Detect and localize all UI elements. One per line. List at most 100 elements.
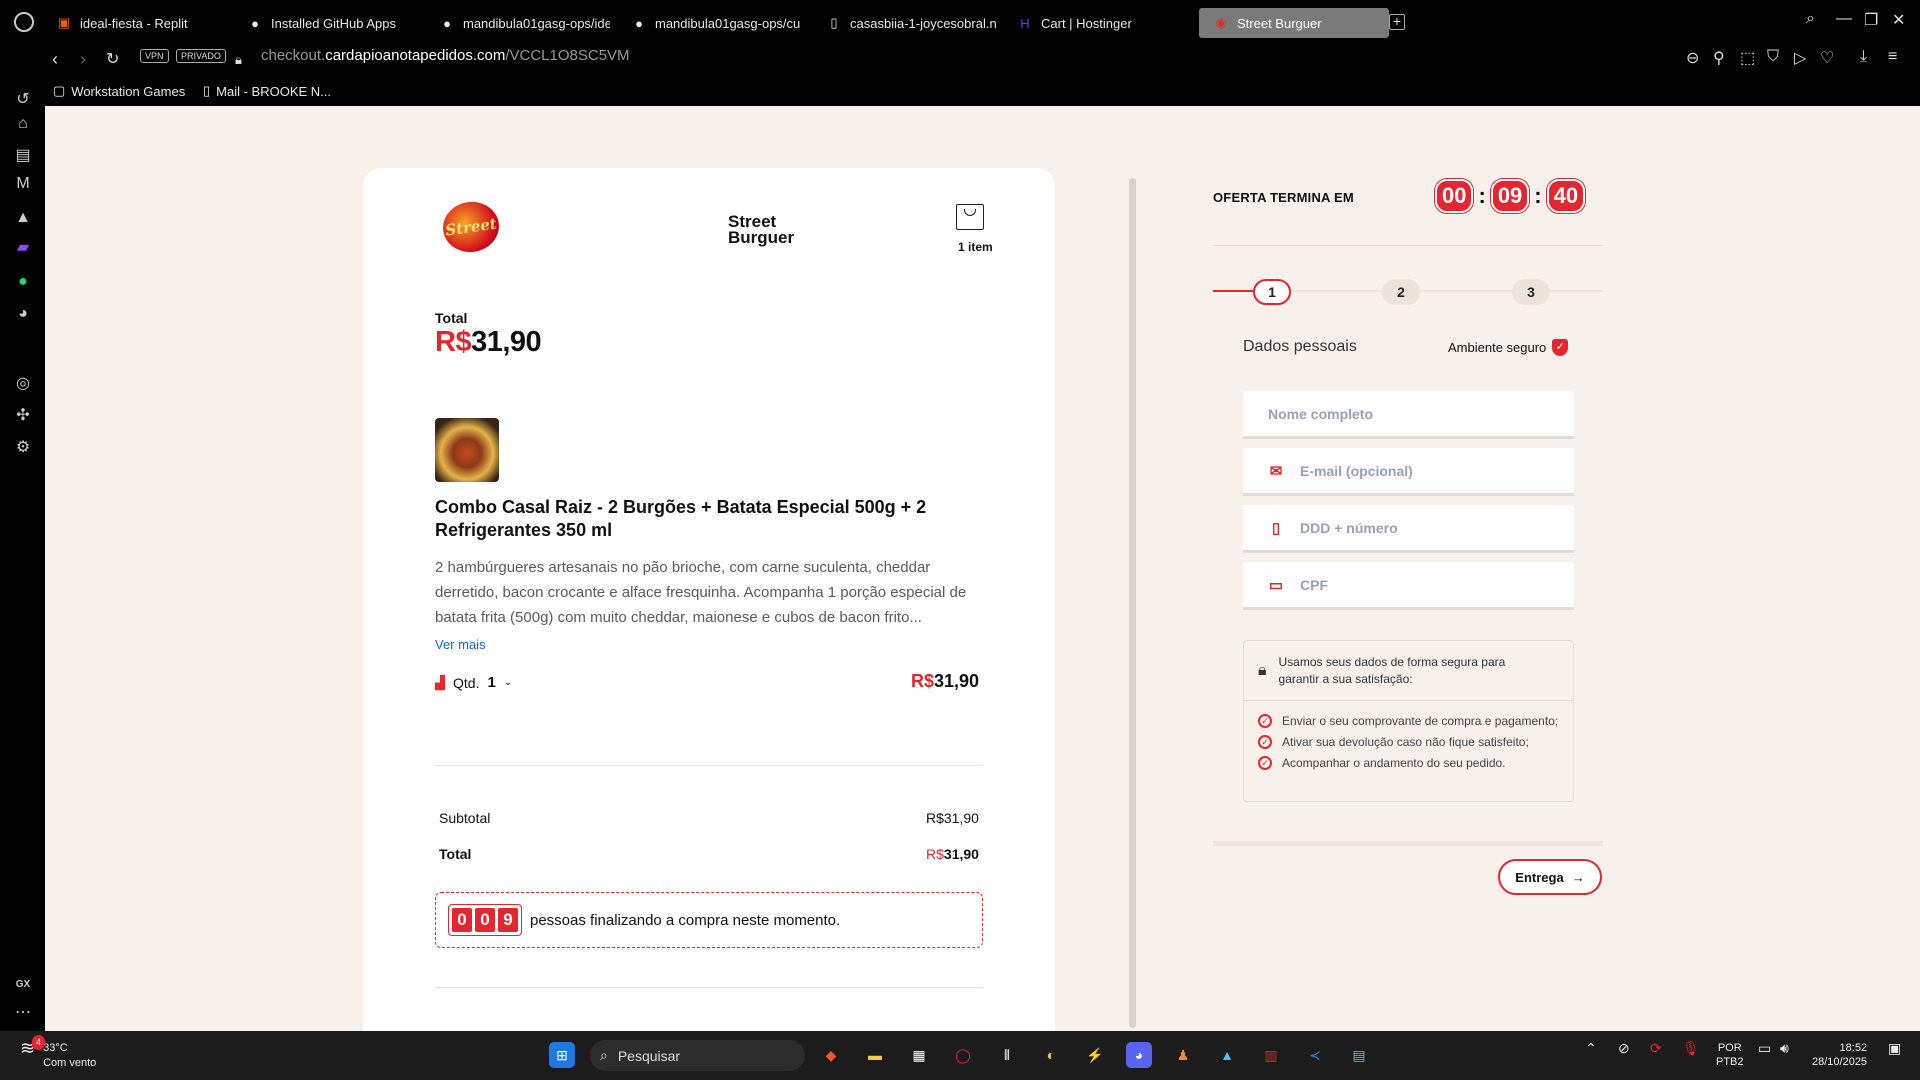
- email-field[interactable]: ✉: [1243, 448, 1574, 496]
- display-icon[interactable]: ▭: [1758, 1041, 1771, 1055]
- whatsapp-icon[interactable]: ●: [13, 272, 33, 292]
- forward-button[interactable]: ›: [80, 49, 86, 70]
- cpf-input[interactable]: [1300, 576, 1550, 593]
- checkout-page: Street Street Burguer 1 item Total R$31,9…: [45, 106, 1920, 1031]
- tab-casasbiia[interactable]: ▯ casasbiia-1-joycesobral.n: [812, 8, 998, 38]
- phone-icon: ▯: [1271, 519, 1281, 537]
- quantity-selector[interactable]: ▟ Qtd. 1 ⌄: [435, 674, 512, 691]
- sync-icon[interactable]: ⟳: [1650, 1041, 1662, 1055]
- privacy-box: 🔒︎ Usamos seus dados de forma segura para…: [1243, 640, 1574, 802]
- microphone-app-icon[interactable]: ♟: [1170, 1042, 1196, 1068]
- store-icon[interactable]: ▦: [906, 1042, 932, 1068]
- extensions-icon[interactable]: ✣: [13, 406, 33, 426]
- mail-icon[interactable]: M: [13, 174, 33, 194]
- discord-icon[interactable]: ◕: [13, 304, 33, 324]
- chevron-up-icon[interactable]: ⌃: [1585, 1041, 1597, 1055]
- settings-icon[interactable]: ⚙: [13, 438, 33, 458]
- phone-input[interactable]: [1300, 519, 1550, 536]
- taskbar-search[interactable]: ⌕ Pesquisar: [590, 1040, 805, 1071]
- tab-street-burguer[interactable]: ◉ Street Burguer: [1199, 8, 1389, 38]
- opera-gx-icon[interactable]: ◯: [950, 1042, 976, 1068]
- tab-github-apps[interactable]: ● Installed GitHub Apps: [233, 8, 413, 38]
- vscode-icon[interactable]: ≺: [1302, 1042, 1328, 1068]
- new-tab-button[interactable]: +: [1389, 14, 1405, 30]
- tab-replit[interactable]: ▣ ideal-fiesta - Replit: [42, 8, 197, 38]
- next-step-button[interactable]: Entrega →: [1498, 859, 1602, 895]
- step-3[interactable]: 3: [1512, 279, 1550, 305]
- twitch-icon[interactable]: ▰: [13, 238, 33, 258]
- tab-hostinger[interactable]: H Cart | Hostinger: [1003, 8, 1183, 38]
- mic-icon[interactable]: 🎙︎: [1682, 1041, 1700, 1055]
- notifications-icon[interactable]: ▣: [1888, 1041, 1901, 1055]
- bookmark-workstation-games[interactable]: ▢ Workstation Games: [53, 83, 185, 99]
- lock-icon[interactable]: 🔒︎: [235, 52, 242, 68]
- burger-icon: ◉: [1215, 15, 1227, 30]
- bookmarks-bar: ▢ Workstation Games ▯ Mail - BROOKE N...: [45, 78, 1920, 106]
- bookmark-mail[interactable]: ▯ Mail - BROOKE N...: [203, 83, 331, 99]
- store-logo: Street: [439, 198, 503, 256]
- back-button[interactable]: ‹: [52, 49, 58, 70]
- photos-icon[interactable]: ▲: [1214, 1042, 1240, 1068]
- countdown-timer: 00: 09: 40: [1435, 179, 1586, 213]
- cart-count: 1 item: [958, 240, 993, 254]
- subtotal-label: Subtotal: [439, 810, 491, 826]
- league-icon[interactable]: ◐: [1038, 1042, 1064, 1068]
- minimize-button[interactable]: —: [1836, 10, 1852, 28]
- cart-button[interactable]: 1 item: [948, 204, 993, 254]
- app-icon[interactable]: ⦀: [994, 1042, 1020, 1068]
- heart-icon[interactable]: ♡: [1820, 48, 1834, 68]
- network-icon[interactable]: ⊘: [1618, 1041, 1630, 1055]
- reload-button[interactable]: ↻: [106, 49, 119, 69]
- step-1[interactable]: 1: [1253, 279, 1291, 305]
- notepad-icon[interactable]: ▤: [1346, 1042, 1372, 1068]
- menu-icon[interactable]: ≡: [1888, 48, 1897, 66]
- url-field[interactable]: checkout.cardapioanotapedidos.com/VCCL1O…: [261, 47, 630, 64]
- player-icon[interactable]: ▷: [1794, 48, 1806, 68]
- file-icon: ▯: [830, 15, 838, 30]
- windows-start-icon[interactable]: ⊞: [549, 1042, 575, 1068]
- gx-corner-icon[interactable]: ⌂: [13, 114, 33, 134]
- pin-icon[interactable]: ⚲: [1713, 48, 1725, 68]
- vpn-badge[interactable]: VPN: [140, 49, 169, 63]
- product-title: Combo Casal Raiz - 2 Burgões + Batata Es…: [435, 497, 927, 540]
- language-indicator[interactable]: POR PTB2: [1716, 1041, 1744, 1069]
- cpf-field[interactable]: ▭: [1243, 562, 1574, 610]
- player-sidebar-icon[interactable]: ◎: [13, 374, 33, 394]
- file-explorer-icon[interactable]: ▬: [862, 1042, 888, 1068]
- opera-logo-icon[interactable]: [14, 12, 34, 32]
- product-image: [435, 418, 499, 482]
- tab-github-ide[interactable]: ● mandibula01gasg-ops/ide: [425, 8, 610, 38]
- weather-widget[interactable]: ≋ 4 33°C Com vento: [20, 1035, 96, 1071]
- download-icon[interactable]: ⤓: [1860, 48, 1867, 66]
- search-tabs-icon[interactable]: ⌕: [1806, 10, 1815, 28]
- lightning-icon[interactable]: ⚡: [1082, 1042, 1108, 1068]
- tab-islands-icon[interactable]: ▤: [13, 146, 33, 166]
- name-field[interactable]: [1243, 391, 1574, 439]
- see-more-link[interactable]: Ver mais: [435, 637, 486, 652]
- close-window-button[interactable]: ✕: [1892, 10, 1905, 30]
- history-icon[interactable]: ↺: [13, 90, 33, 110]
- shield-icon[interactable]: ⛉: [1767, 48, 1779, 66]
- archive-icon[interactable]: ▥: [1258, 1042, 1284, 1068]
- restore-button[interactable]: ❐: [1864, 10, 1878, 30]
- scrollbar[interactable]: [1129, 178, 1136, 1028]
- zoom-icon[interactable]: ⊖: [1686, 48, 1699, 68]
- phone-field[interactable]: ▯: [1243, 505, 1574, 553]
- clock[interactable]: 18:52 28/10/2025: [1812, 1041, 1867, 1069]
- name-input[interactable]: [1268, 405, 1518, 422]
- tab-github-cu[interactable]: ● mandibula01gasg-ops/cu: [617, 8, 802, 38]
- email-input[interactable]: [1300, 462, 1550, 479]
- line-price: R$31,90: [911, 671, 980, 691]
- file-icon: ▯: [203, 83, 211, 98]
- brave-icon[interactable]: ◆: [818, 1042, 844, 1068]
- privacy-item: ✓ Acompanhar o andamento do seu pedido.: [1258, 755, 1573, 772]
- discord-taskbar-icon[interactable]: ◕: [1126, 1042, 1152, 1068]
- more-icon[interactable]: ⋯: [13, 1003, 33, 1023]
- windows-taskbar: ≋ 4 33°C Com vento ⊞ ⌕ Pesquisar ◆ ▬ ▦ ◯ ⦀ …: [0, 1031, 1920, 1080]
- step-2[interactable]: 2: [1382, 279, 1420, 305]
- folder-icon: ▢: [53, 83, 66, 98]
- aria-icon[interactable]: ▲: [13, 208, 33, 228]
- volume-icon[interactable]: 🔊︎: [1780, 1041, 1789, 1055]
- snapshot-icon[interactable]: ⬚: [1740, 48, 1755, 68]
- mail-icon: ✉: [1269, 462, 1283, 480]
